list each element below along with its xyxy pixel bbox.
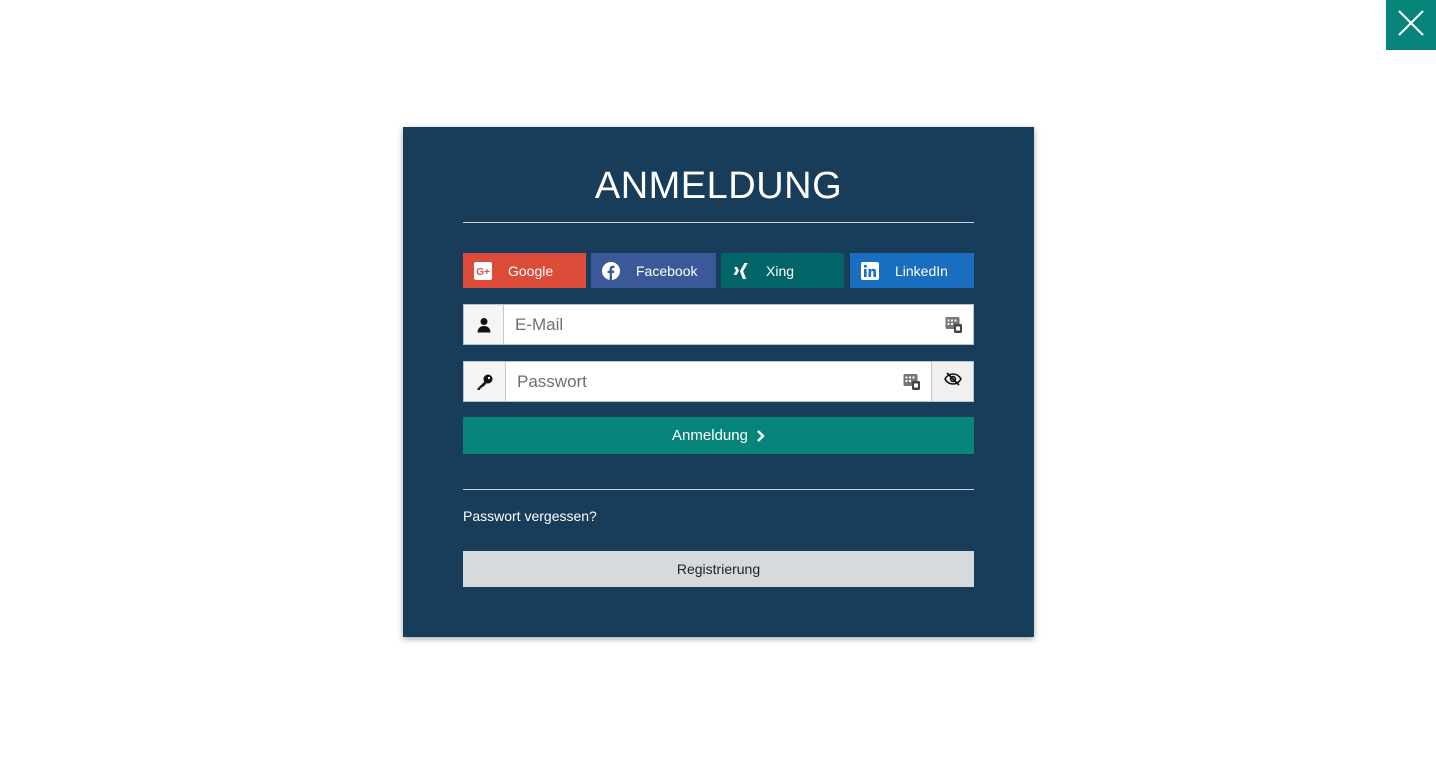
register-label: Registrierung: [676, 561, 761, 577]
login-title: ANMELDUNG: [594, 165, 843, 207]
key-icon: [464, 362, 506, 401]
close-icon: [1398, 9, 1424, 41]
linkedin-login-button[interactable]: LinkedIn: [850, 253, 974, 288]
section-divider: [463, 489, 974, 490]
xing-icon: [731, 261, 751, 281]
password-manager-icon[interactable]: [893, 362, 931, 401]
facebook-login-button[interactable]: Facebook: [591, 253, 716, 288]
facebook-login-label: Facebook: [636, 262, 698, 279]
xing-login-label: Xing: [766, 262, 795, 279]
close-button[interactable]: [1386, 0, 1436, 50]
google-login-button[interactable]: G+ Google: [463, 253, 586, 288]
chevron-right-icon: [756, 429, 765, 442]
linkedin-icon: [860, 261, 880, 281]
password-input[interactable]: [506, 362, 893, 401]
register-button[interactable]: Registrierung: [463, 551, 974, 587]
title-divider: [463, 222, 974, 223]
xing-login-button[interactable]: Xing: [721, 253, 844, 288]
forgot-password-link[interactable]: Passwort vergessen?: [463, 508, 597, 524]
email-field: [463, 304, 974, 345]
linkedin-login-label: LinkedIn: [895, 262, 948, 279]
login-submit-button[interactable]: Anmeldung: [463, 417, 974, 454]
user-icon: [464, 305, 504, 344]
svg-text:G+: G+: [476, 267, 490, 278]
email-input[interactable]: [504, 305, 935, 344]
google-login-label: Google: [508, 262, 554, 279]
password-field: [463, 361, 974, 402]
toggle-password-visibility-button[interactable]: [931, 362, 973, 401]
google-plus-icon: G+: [473, 261, 493, 281]
password-manager-icon[interactable]: [935, 305, 973, 344]
login-modal: ANMELDUNG G+ Google Facebook Xing Linked…: [403, 127, 1034, 637]
eye-slash-icon: [943, 372, 962, 391]
facebook-icon: [601, 261, 621, 281]
login-submit-label: Anmeldung: [672, 427, 748, 444]
